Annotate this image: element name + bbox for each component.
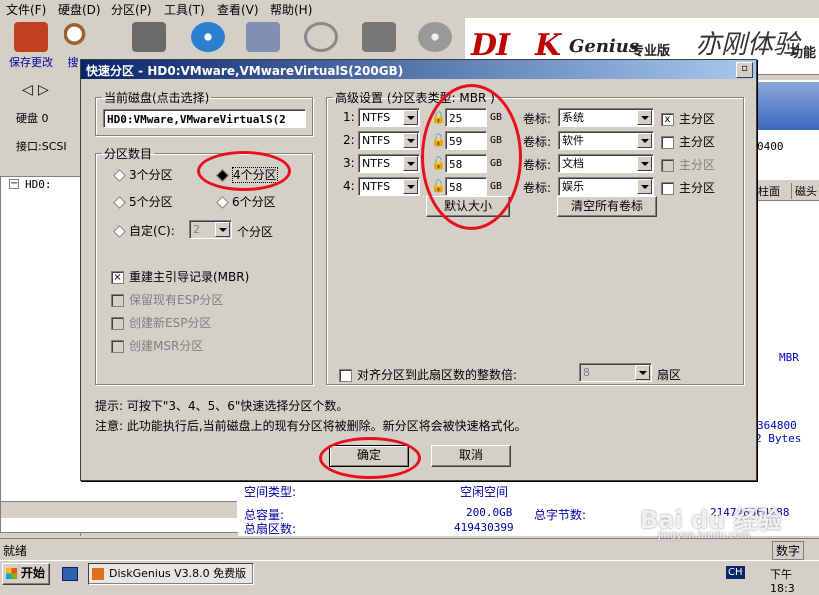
windows-logo-icon [6,568,17,579]
interface-label: 接口:SCSI [16,140,67,153]
annotation-circle [319,437,421,479]
radio-3-partitions[interactable]: 3个分区 [113,166,173,183]
volume-label-select-2[interactable]: 软件 [558,131,654,150]
dropdown-arrow-icon [637,156,652,171]
chk-msr[interactable]: 创建MSR分区 [111,337,203,354]
custom-count-select[interactable]: 2 [189,220,232,239]
dropdown-arrow-icon [403,156,418,171]
radio-5-partitions[interactable]: 5个分区 [113,193,173,210]
tree-hscrollbar[interactable] [1,501,237,518]
dropdown-arrow-icon [403,179,418,194]
nav-right-icon[interactable]: ▷ [38,82,49,98]
disk-label: 硬盘 0 [16,112,49,125]
chk-rebuild-mbr[interactable]: × 重建主引导记录(MBR) [111,268,249,285]
menu-bar: 文件(F) 硬盘(D) 分区(P) 工具(T) 查看(V) 帮助(H) [0,0,819,17]
dropdown-arrow-icon [403,110,418,125]
dialog-titlebar[interactable]: 快速分区 - HD0:VMware,VMwareVirtualS(200GB) … [81,60,756,79]
nav-left-icon[interactable]: ◁ [22,82,33,98]
cancel-button[interactable]: 取消 [431,445,511,467]
clock: 下午 18:3 [770,568,795,595]
forbidden-icon [304,22,338,52]
magnifier-icon [64,22,90,52]
disk-bar [755,82,819,130]
tip-text: 提示: 可按下"3、4、5、6"快速选择分区个数。 [95,399,349,413]
save-changes-button[interactable]: 保存更改 [8,20,54,70]
dropdown-arrow-icon [215,222,230,237]
radio-6-partitions[interactable]: 6个分区 [216,193,276,210]
clear-all-labels-button[interactable]: 清空所有卷标 [557,196,657,217]
save-icon [14,22,48,52]
align-sectors-select[interactable]: 8 [579,363,652,382]
cd-icon [191,22,225,52]
tree-item-hd0[interactable]: HD0: [25,178,52,191]
chk-new-esp[interactable]: 创建新ESP分区 [111,314,211,331]
dialog-title: 快速分区 - HD0:VMware,VMwareVirtualS(200GB) [86,64,404,78]
warning-text: 注意: 此功能执行后,当前磁盘上的现有分区将被删除。新分区将会被快速格式化。 [95,419,527,433]
annotation-circle [421,84,522,230]
chk-primary-1[interactable]: x 主分区 [661,110,715,127]
dropdown-arrow-icon [637,133,652,148]
dropdown-arrow-icon [637,179,652,194]
fs-select-2[interactable]: NTFS [358,131,420,150]
taskbar-app-button[interactable]: DiskGenius V3.8.0 免费版 [88,563,254,585]
disk-icon [132,22,166,52]
chk-keep-esp[interactable]: 保留现有ESP分区 [111,291,223,308]
taskbar: 开始 DiskGenius V3.8.0 免费版 CH 下午 18:3 [0,560,819,595]
dropdown-arrow-icon [403,133,418,148]
watermark-url: jingyan.baidu.com [658,530,751,541]
quick-partition-dialog: 快速分区 - HD0:VMware,VMwareVirtualS(200GB) … [80,59,757,481]
chk-primary-4[interactable]: 主分区 [661,179,715,196]
maximize-icon[interactable]: ▫ [736,62,753,78]
fs-select-3[interactable]: NTFS [358,154,420,173]
current-disk-field[interactable]: HD0:VMware,VMwareVirtualS(2 [103,109,306,128]
tree-expand-icon[interactable]: − [9,179,19,189]
start-button[interactable]: 开始 [2,563,50,585]
chk-primary-3[interactable]: 主分区 [661,156,715,173]
ime-indicator[interactable]: CH [726,566,745,579]
trash-icon [362,22,396,52]
radio-custom[interactable]: 自定(C): [113,222,175,239]
chk-primary-2[interactable]: 主分区 [661,133,715,150]
chk-align-partitions[interactable]: 对齐分区到此扇区数的整数倍: [339,366,517,383]
dropdown-arrow-icon [637,110,652,125]
diskgenius-icon [92,568,104,580]
volume-label-select-1[interactable]: 系统 [558,108,654,127]
dropdown-arrow-icon [635,365,650,380]
volume-label-select-4[interactable]: 娱乐 [558,177,654,196]
status-bar: 就绪 数字 [0,538,819,561]
computer-icon [246,22,280,52]
fs-select-1[interactable]: NTFS [358,108,420,127]
numlock-indicator: 数字 [772,541,805,560]
volume-label-select-3[interactable]: 文档 [558,154,654,173]
fs-select-4[interactable]: NTFS [358,177,420,196]
platter-icon [418,22,452,52]
annotation-circle [197,151,291,191]
show-desktop-icon[interactable] [62,567,78,581]
grid-header: 柱面 磁头 [755,180,819,201]
